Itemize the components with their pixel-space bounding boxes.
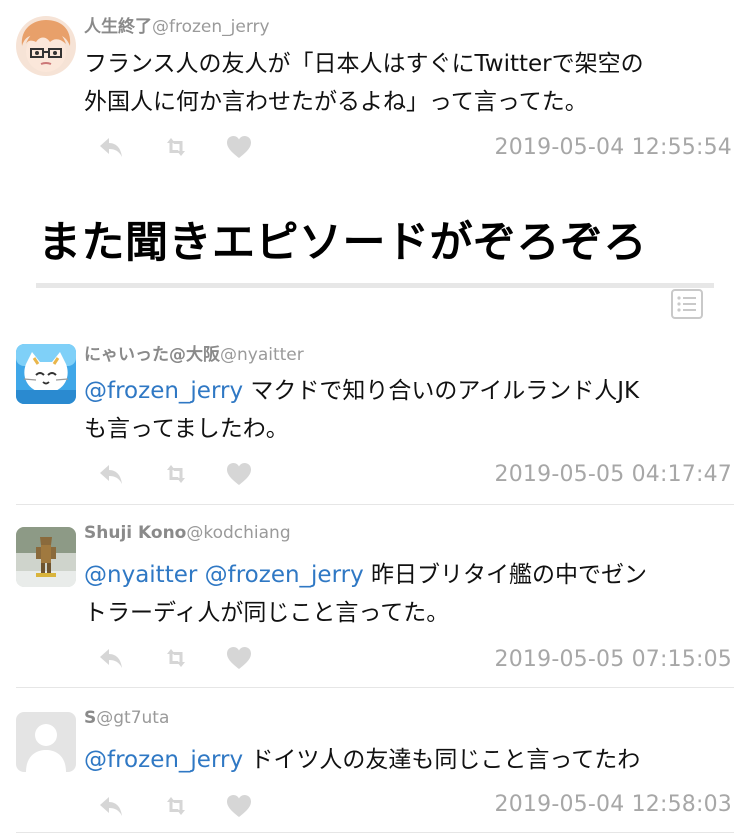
timestamp[interactable]: 2019-05-04 12:55:54 [495, 135, 732, 160]
timestamp[interactable]: 2019-05-05 07:15:05 [495, 647, 732, 672]
tweet: Shuji Kono@kodchiang @nyaitter @frozen_j… [0, 505, 750, 687]
retweet-icon[interactable] [161, 132, 191, 162]
mention-link[interactable]: @nyaitter @frozen_jerry [84, 562, 364, 588]
tweet-author[interactable]: にゃいった@大阪@nyaitter [84, 340, 304, 365]
handle: @frozen_jerry [152, 17, 270, 37]
tweet: にゃいった@大阪@nyaitter @frozen_jerry マクドで知り合い… [0, 330, 750, 505]
heart-icon[interactable] [224, 132, 254, 162]
tweet-text-segment: ドイツ人の友達も同じこと言ってたわ [243, 747, 641, 773]
display-name: 人生終了 [84, 17, 152, 37]
avatar-figure[interactable] [16, 527, 76, 587]
figure-avatar-icon [16, 527, 76, 587]
timestamp[interactable]: 2019-05-05 04:17:47 [495, 462, 732, 487]
timestamp[interactable]: 2019-05-04 12:58:03 [495, 792, 732, 817]
avatar-default[interactable] [16, 712, 76, 772]
divider [16, 832, 734, 833]
tweet-text: フランス人の友人が「日本人はすぐにTwitterで架空の 外国人に何か言わせたが… [84, 45, 732, 121]
tweet-text-line: 外国人に何か言わせたがるよね」って言ってた。 [84, 89, 588, 115]
tweet-text-line: @nyaitter @frozen_jerry 昨日ブリタイ艦の中でゼン [84, 556, 732, 594]
headline-underline [36, 283, 714, 288]
heart-icon[interactable] [224, 643, 254, 673]
heart-icon[interactable] [224, 459, 254, 489]
tweet: S@gt7uta @frozen_jerry ドイツ人の友達も同じこと言ってたわ… [0, 688, 750, 835]
tweet-text-line: トラーディ人が同じこと言ってた。 [84, 600, 450, 626]
tweet-text-line: @frozen_jerry ドイツ人の友達も同じこと言ってたわ [84, 741, 732, 779]
display-name: にゃいった@大阪 [84, 345, 220, 365]
anime-boy-avatar-icon [16, 16, 76, 76]
headline: また聞きエピソードがぞろぞろ [38, 218, 647, 268]
tweet-author[interactable]: Shuji Kono@kodchiang [84, 523, 291, 543]
reply-icon[interactable] [96, 791, 126, 821]
avatar-anime-boy[interactable] [16, 16, 76, 76]
tweet: 人生終了@frozen_jerry フランス人の友人が「日本人はすぐにTwitt… [0, 0, 750, 180]
mention-link[interactable]: @frozen_jerry [84, 378, 243, 404]
tweet-author[interactable]: S@gt7uta [84, 708, 169, 728]
tweet-text-line: @frozen_jerry マクドで知り合いのアイルランド人JK [84, 372, 732, 410]
reply-icon[interactable] [96, 459, 126, 489]
retweet-icon[interactable] [161, 459, 191, 489]
display-name: Shuji Kono [84, 523, 187, 543]
tweet-text: @nyaitter @frozen_jerry 昨日ブリタイ艦の中でゼン トラー… [84, 556, 732, 632]
tweet-author[interactable]: 人生終了@frozen_jerry [84, 12, 270, 37]
retweet-icon[interactable] [161, 791, 191, 821]
tweet-text-line: も言ってましたわ。 [84, 416, 289, 442]
mention-link[interactable]: @frozen_jerry [84, 747, 243, 773]
avatar-cat[interactable] [16, 344, 76, 404]
list-icon[interactable] [671, 289, 703, 319]
tweet-text: @frozen_jerry ドイツ人の友達も同じこと言ってたわ [84, 741, 732, 779]
tweet-text-segment: マクドで知り合いのアイルランド人JK [243, 378, 640, 404]
handle: @gt7uta [96, 708, 170, 728]
default-avatar-icon [16, 712, 76, 772]
reply-icon[interactable] [96, 643, 126, 673]
cat-avatar-icon [16, 344, 76, 404]
handle: @nyaitter [220, 345, 304, 365]
tweet-text-line: フランス人の友人が「日本人はすぐにTwitterで架空の [84, 51, 644, 77]
retweet-icon[interactable] [161, 643, 191, 673]
heart-icon[interactable] [224, 791, 254, 821]
tweet-text: @frozen_jerry マクドで知り合いのアイルランド人JK も言ってました… [84, 372, 732, 448]
display-name: S [84, 708, 97, 728]
reply-icon[interactable] [96, 132, 126, 162]
handle: @kodchiang [186, 523, 291, 543]
tweet-text-segment: 昨日ブリタイ艦の中でゼン [363, 562, 648, 588]
